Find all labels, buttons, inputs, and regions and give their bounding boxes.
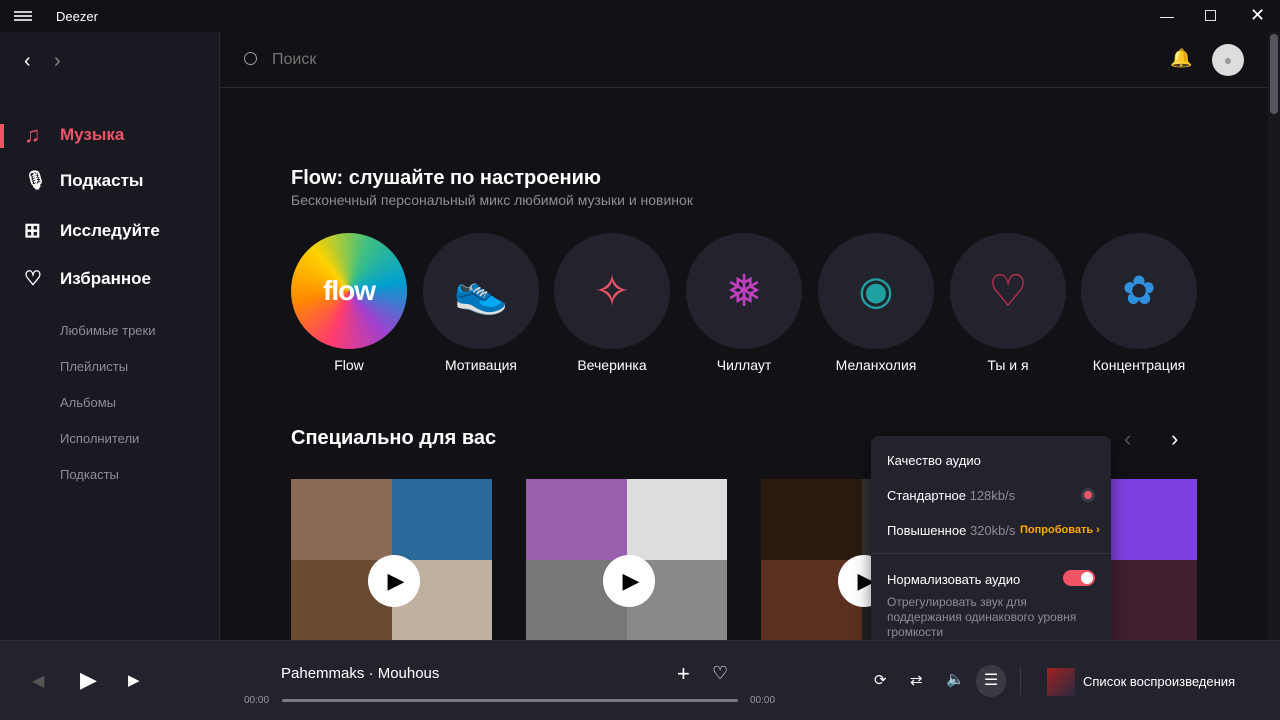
flow-logo: flow	[323, 275, 376, 306]
play-icon: ▶	[387, 568, 405, 593]
heart-arrow-icon: ♡	[988, 266, 1028, 316]
bell-icon[interactable]: 🔔	[1170, 48, 1192, 69]
sneaker-icon: 👟	[453, 267, 509, 316]
mood-party[interactable]: ✧ Вечеринка	[554, 233, 670, 373]
sidebar-sub-artists[interactable]: Исполнители	[60, 431, 139, 446]
sliders-icon: ☰	[983, 672, 999, 689]
mood-focus[interactable]: ✿ Концентрация	[1081, 233, 1197, 373]
close-button[interactable]: ✕	[1250, 5, 1265, 26]
mood-motivation[interactable]: 👟 Мотивация	[423, 233, 539, 373]
flow-title: Flow: слушайте по настроению	[291, 167, 601, 189]
sidebar-sub-podcasts[interactable]: Подкасты	[60, 467, 119, 482]
maximize-button[interactable]	[1205, 10, 1216, 21]
header: 🔔 ●	[220, 32, 1268, 88]
play-button[interactable]: ▶	[603, 555, 655, 607]
play-pause-button[interactable]: ▶	[80, 667, 97, 693]
quality-high-option[interactable]: Повышенное 320kb/s	[887, 523, 1015, 538]
queue-button[interactable]: Список воспроизведения	[1083, 674, 1235, 689]
repeat-icon[interactable]: ⟳	[874, 671, 887, 689]
progress-bar[interactable]	[282, 699, 738, 702]
title-bar: Deezer — ✕	[0, 0, 1280, 32]
audio-quality-title: Качество аудио	[887, 453, 981, 468]
sidebar: ‹ › ♫ Музыка 🎙 Подкасты ⊞ Исследуйте ♡ Избра…	[0, 32, 220, 640]
avatar[interactable]: ●	[1212, 44, 1244, 76]
grid-icon: ⊞	[24, 220, 41, 242]
heart-icon[interactable]: ♡	[712, 663, 728, 684]
mood-flow[interactable]: flow Flow	[291, 233, 407, 373]
player-bar: ◀ ▶ ▶​ Pahemmaks · Mouhous + ♡ 00:00 00:…	[0, 640, 1280, 720]
forward-button[interactable]: ›	[54, 50, 61, 73]
sidebar-item-podcasts[interactable]: 🎙 Подкасты	[24, 170, 143, 191]
flow-subtitle: Бесконечный персональный микс любимой му…	[291, 192, 693, 208]
normalize-label: Нормализовать аудио	[887, 572, 1021, 587]
divider	[1020, 667, 1021, 695]
add-icon[interactable]: +	[677, 661, 690, 687]
time-total: 00:00	[750, 695, 776, 706]
volume-icon[interactable]: 🔈	[946, 670, 965, 688]
time-current: 00:00	[244, 695, 270, 706]
carousel-next-button[interactable]: ›	[1171, 426, 1178, 452]
search-icon	[244, 52, 257, 65]
previous-button[interactable]: ◀	[32, 671, 44, 691]
quality-standard-option[interactable]: Стандартное 128kb/s	[887, 488, 1015, 503]
minimize-button[interactable]: —	[1160, 8, 1174, 24]
search-input[interactable]	[272, 48, 672, 72]
mix-card[interactable]: ▶	[291, 479, 492, 640]
try-link[interactable]: Попробовать ›	[1020, 524, 1100, 536]
sidebar-sub-playlists[interactable]: Плейлисты	[60, 359, 128, 374]
sidebar-item-favorites[interactable]: ♡ Избранное	[24, 266, 151, 291]
chevron-right-icon: ›	[1096, 524, 1100, 536]
divider	[871, 553, 1111, 554]
scrollbar[interactable]	[1268, 32, 1280, 640]
equalizer-button[interactable]: ☰	[976, 665, 1006, 697]
sparkles-icon: ✧	[593, 266, 631, 316]
heart-icon: ♡	[24, 268, 42, 290]
play-button[interactable]: ▶	[368, 555, 420, 607]
carousel-prev-button[interactable]: ‹	[1124, 426, 1131, 452]
music-note-icon: ♫	[24, 122, 41, 147]
mood-melancholy[interactable]: ◉ Меланхолия	[818, 233, 934, 373]
app-title: Deezer	[56, 9, 98, 24]
sidebar-item-music[interactable]: ♫ Музыка	[24, 122, 124, 148]
scrollbar-thumb[interactable]	[1270, 34, 1278, 114]
sidebar-item-explore[interactable]: ⊞ Исследуйте	[24, 218, 160, 243]
next-button[interactable]: ▶​	[128, 671, 140, 689]
normalize-toggle[interactable]	[1063, 570, 1095, 586]
palm-tree-icon: ❅	[725, 266, 763, 316]
mix-card[interactable]: ▶	[526, 479, 727, 640]
microphone-icon: 🎙	[24, 170, 47, 190]
sidebar-sub-albums[interactable]: Альбомы	[60, 395, 116, 410]
menu-icon[interactable]	[14, 11, 32, 21]
lotus-icon: ✿	[1122, 269, 1156, 313]
special-title: Специально для вас	[291, 427, 497, 449]
play-icon: ▶	[622, 568, 640, 593]
queue-cover[interactable]	[1047, 668, 1075, 696]
normalize-description: Отрегулировать звук для поддержания один…	[887, 595, 1077, 639]
back-button[interactable]: ‹	[24, 50, 31, 73]
mood-you-and-me[interactable]: ♡ Ты и я	[950, 233, 1066, 373]
audio-settings-popup: Качество аудио Стандартное 128kb/s Повыш…	[871, 436, 1111, 653]
active-indicator	[0, 124, 4, 148]
shuffle-icon[interactable]: ⇄	[910, 671, 923, 689]
mood-chillout[interactable]: ❅ Чиллаут	[686, 233, 802, 373]
crying-eye-icon: ◉	[858, 269, 894, 313]
sidebar-sub-favorite-tracks[interactable]: Любимые треки	[60, 323, 155, 338]
track-title[interactable]: Pahemmaks · Mouhous	[281, 665, 439, 682]
selected-radio[interactable]	[1081, 488, 1095, 502]
